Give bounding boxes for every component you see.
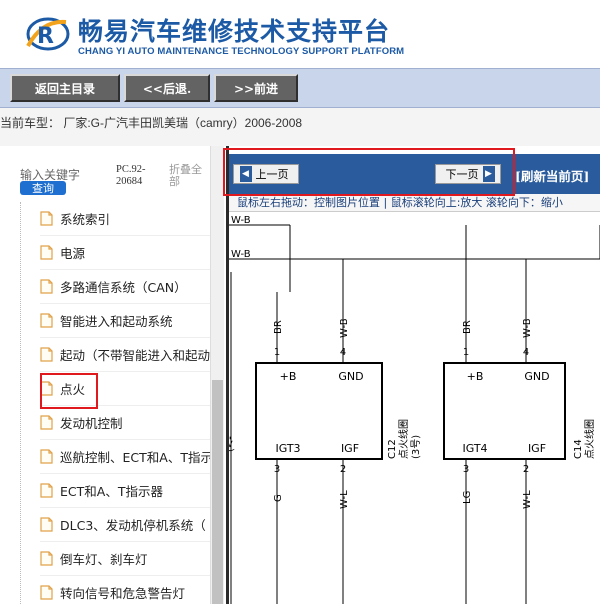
document-icon — [40, 551, 53, 566]
document-icon — [40, 449, 53, 464]
wiring-diagram[interactable]: W-B W-B BR W-B 1 4 +B GND IGT3 IGF 3 2 G… — [229, 212, 600, 604]
nav-bar: 返回主目录 <<后退. >>前进 — [0, 68, 600, 108]
pin-number: 3 — [463, 464, 469, 475]
terminal-label: +B — [280, 370, 297, 383]
pin-number: 3 — [274, 464, 280, 475]
page-nav-highlight — [223, 148, 515, 196]
tree-item[interactable]: DLC3、发动机停机系统（ — [40, 508, 210, 542]
component-name: 点火线圈 — [583, 419, 596, 459]
document-icon — [40, 585, 53, 600]
tree-item-label: ECT和A、T指示器 — [60, 484, 163, 499]
tree-item-label: DLC3、发动机停机系统（ — [60, 518, 206, 533]
tree-item-label: 电源 — [60, 246, 86, 261]
tree-item-label: 多路通信系统（CAN） — [60, 280, 187, 295]
collapse-all-button[interactable]: 折叠全部 — [169, 164, 209, 188]
tree-item-label: 转向信号和危急警告灯 — [60, 586, 186, 601]
tree-item-label: 起动（不带智能进入和起动系统） — [60, 348, 210, 363]
document-icon — [40, 415, 53, 430]
document-icon — [40, 279, 53, 294]
connector-code: C14 — [573, 439, 584, 459]
tree-item[interactable]: 转向信号和危急警告灯 — [40, 576, 210, 604]
edge-label: (<- — [229, 436, 236, 452]
wire-label: W-L — [339, 490, 350, 509]
catalog-tree: 系统索引电源多路通信系统（CAN） 智能进入和起动系统起动（不带智能进入和起动系统… — [0, 202, 210, 604]
tree-item[interactable]: 发动机控制 — [40, 406, 210, 440]
tree-item-label: 智能进入和起动系统 — [60, 314, 173, 329]
wire-label: W-B — [339, 318, 350, 338]
tree-guide-line — [20, 202, 21, 604]
app-title: 畅易汽车维修技术支持平台 — [78, 17, 391, 46]
tree-item-label: 系统索引 — [60, 212, 111, 227]
wire-label: G — [273, 494, 284, 502]
terminal-label: +B — [467, 370, 484, 383]
wire-label: BR — [462, 320, 473, 334]
wire-label: LG — [462, 491, 473, 504]
ignition-coil-3: BR W-B 1 4 +B GND IGT3 IGF 3 2 G W-L C12… — [255, 292, 422, 604]
terminal-label: GND — [338, 370, 363, 383]
pin-number: 4 — [340, 347, 346, 358]
component-name: 点火线圈 — [397, 419, 410, 459]
pin-number: 4 — [523, 347, 529, 358]
terminal-label: IGF — [528, 442, 546, 455]
tree-item[interactable]: ECT和A、T指示器 — [40, 474, 210, 508]
selected-item-highlight — [40, 373, 98, 409]
doc-code: PC.92-20684 — [116, 164, 146, 187]
document-icon — [40, 483, 53, 498]
pin-number: 2 — [340, 464, 346, 475]
pin-number: 1 — [274, 347, 280, 358]
tree-scrollbar[interactable] — [210, 146, 224, 604]
document-icon — [40, 245, 53, 260]
tree-item-label: 发动机控制 — [60, 416, 123, 431]
current-car-bar: 当前车型： 厂家:G-广汽丰田凯美瑞（camry）2006-2008 — [0, 108, 600, 146]
tree-item[interactable]: 系统索引 — [40, 202, 210, 236]
tree-item[interactable]: 多路通信系统（CAN） — [40, 270, 210, 304]
component-number: (3号) — [410, 435, 422, 459]
scrollbar-thumb[interactable] — [212, 380, 223, 604]
document-icon — [40, 517, 53, 532]
terminal-label: GND — [524, 370, 549, 383]
wire-label: W-L — [522, 490, 533, 509]
app-subtitle: CHANG YI AUTO MAINTENANCE TECHNOLOGY SUP… — [78, 46, 405, 57]
pin-number: 1 — [463, 347, 469, 358]
connector-code: C12 — [387, 439, 398, 459]
terminal-label: IGF — [341, 442, 359, 455]
wire-label: BR — [273, 320, 284, 334]
tree-item[interactable]: 电源 — [40, 236, 210, 270]
ignition-coil-4: BR W-B 1 4 +B GND IGT4 IGF 3 2 LG W-L C1… — [443, 292, 596, 604]
tree-item-label: 巡航控制、ECT和A、T指示器 — [60, 450, 210, 465]
wire-label: W-B — [231, 215, 251, 226]
catalog-panel: 输入关键字 查询 PC.92-20684 折叠全部 系统索引 电源 多路通信系统（C… — [0, 146, 226, 604]
refresh-page-button[interactable]: [刷新当前页] — [515, 166, 589, 185]
pin-number: 2 — [523, 464, 529, 475]
home-button[interactable]: 返回主目录 — [10, 74, 120, 102]
app-header: R 畅易汽车维修技术支持平台 CHANG YI AUTO MAINTENANCE… — [0, 0, 600, 68]
wire-label: W-B — [522, 318, 533, 338]
tree-item-label: 倒车灯、刹车灯 — [60, 552, 148, 567]
document-icon — [40, 313, 53, 328]
tree-item[interactable]: 巡航控制、ECT和A、T指示器 — [40, 440, 210, 474]
wire-label: W-B — [231, 249, 251, 260]
viewer-hint: 鼠标左右拖动：控制图片位置 | 鼠标滚轮向上:放大 滚轮向下：缩小 — [229, 194, 600, 212]
current-car-text: 当前车型： 厂家:G-广汽丰田凯美瑞（camry）2006-2008 — [0, 116, 303, 130]
cy-logo-icon: R — [26, 17, 70, 51]
forward-button[interactable]: >>前进 — [214, 74, 298, 102]
svg-text:R: R — [37, 24, 54, 49]
document-icon — [40, 211, 53, 226]
back-button[interactable]: <<后退. — [124, 74, 210, 102]
tree-item[interactable]: 倒车灯、刹车灯 — [40, 542, 210, 576]
document-icon — [40, 347, 53, 362]
search-button[interactable]: 查询 — [20, 181, 66, 195]
tree-item[interactable]: 智能进入和起动系统 — [40, 304, 210, 338]
terminal-label: IGT3 — [275, 442, 300, 455]
diagram-viewer: ◀ 上一页 下一页 ▶ [刷新当前页] 鼠标左右拖动：控制图片位置 | 鼠标滚轮… — [223, 146, 600, 604]
tree-item[interactable]: 起动（不带智能进入和起动系统） — [40, 338, 210, 372]
terminal-label: IGT4 — [462, 442, 487, 455]
